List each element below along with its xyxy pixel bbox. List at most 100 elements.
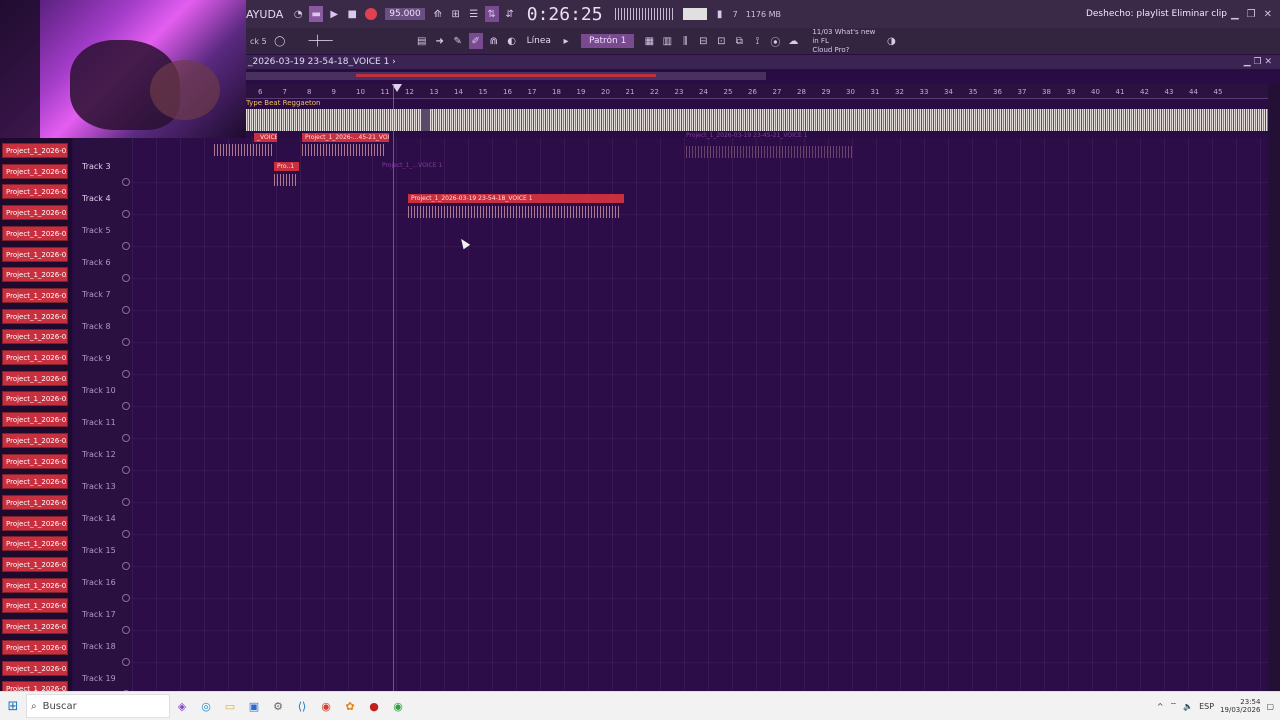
- volume-slider[interactable]: ▮: [713, 6, 727, 22]
- network-icon[interactable]: ⌔: [1170, 701, 1178, 711]
- master-volume-knob[interactable]: ◯: [273, 33, 287, 49]
- track-label[interactable]: Track 13: [82, 482, 116, 491]
- track-mute-dot[interactable]: [122, 658, 130, 666]
- playlist-close-icon[interactable]: ✕: [1264, 57, 1272, 67]
- pattern-item[interactable]: Project_1_2026-03-19 2: [2, 391, 68, 407]
- pattern-selector[interactable]: Patrón 1: [580, 34, 635, 48]
- track-label[interactable]: Track 8: [82, 322, 111, 331]
- pattern-item[interactable]: Project_1_2026-03-19 1: [2, 598, 68, 614]
- pattern-item[interactable]: Project_1_2026-03-19 1: [2, 143, 68, 158]
- mixer-icon[interactable]: ⫼: [678, 33, 692, 49]
- track-label[interactable]: Track 6: [82, 258, 111, 267]
- track-label[interactable]: Track 15: [82, 546, 116, 555]
- track-mute-dot[interactable]: [122, 370, 130, 378]
- track-mute-dot[interactable]: [122, 306, 130, 314]
- track-label[interactable]: Track 17: [82, 610, 116, 619]
- pattern-item[interactable]: Project_1_2026-03-19 1: [2, 329, 68, 345]
- playlist-minimize-icon[interactable]: ▁: [1244, 57, 1251, 67]
- browser-icon[interactable]: ⊟: [696, 33, 710, 49]
- clip-voice-a[interactable]: _VOICE 1: [254, 133, 277, 142]
- vertical-scrollbar[interactable]: [1268, 84, 1280, 692]
- clip-pro[interactable]: Pro..1: [274, 162, 299, 171]
- edge-icon[interactable]: ◎: [197, 697, 215, 715]
- store-icon[interactable]: ▣: [245, 697, 263, 715]
- pattern-item[interactable]: Project_1_2026-03-19 1: [2, 432, 68, 448]
- volume-icon[interactable]: 🔈: [1183, 702, 1193, 711]
- track-mute-dot[interactable]: [122, 178, 130, 186]
- news-toggle-icon[interactable]: ◑: [884, 33, 898, 49]
- track-label[interactable]: Track 9: [82, 354, 111, 363]
- pattern-item[interactable]: Project_1_2026-03-19 1: [2, 619, 68, 635]
- track-mute-dot[interactable]: [122, 274, 130, 282]
- cloud-icon[interactable]: ☁: [786, 33, 800, 49]
- step-edit-icon[interactable]: ☰: [467, 6, 481, 22]
- record-mic-icon[interactable]: ⦿: [768, 33, 782, 49]
- playlist-icon[interactable]: ▤: [415, 33, 429, 49]
- countdown-icon[interactable]: ⟰: [431, 6, 445, 22]
- fl-studio-icon[interactable]: ✿: [341, 697, 359, 715]
- stop-icon[interactable]: ■: [345, 6, 359, 22]
- track-mute-dot[interactable]: [122, 594, 130, 602]
- maximize-icon[interactable]: ❐: [1247, 9, 1256, 20]
- tempo-tapper-icon[interactable]: ⧉: [732, 33, 746, 49]
- pattern-item[interactable]: Project_1_2026-03-19 1: [2, 412, 68, 428]
- wait-input-icon[interactable]: ⇵: [503, 6, 517, 22]
- close-icon[interactable]: ✕: [1264, 9, 1272, 20]
- pattern-item[interactable]: Project_1_2026-03-19 1: [2, 660, 68, 676]
- tray-chevron-icon[interactable]: ^: [1157, 702, 1164, 711]
- pattern-item[interactable]: Project_1_2026-03-19 1: [2, 370, 68, 386]
- snap-icon[interactable]: ◐: [505, 33, 519, 49]
- track-label[interactable]: Track 11: [82, 418, 116, 427]
- piano-roll-icon[interactable]: ▥: [660, 33, 674, 49]
- chrome-icon[interactable]: ◉: [317, 697, 335, 715]
- timeline-ruler[interactable]: 6 7 8 9 10 11 12 13 14 15 16 17 18 19 20 21 22 23 24 25 26 27…: [246, 84, 1268, 99]
- loop-record-icon[interactable]: ⇅: [484, 6, 499, 22]
- pattern-item[interactable]: Project_1_2026-03-19 1: [2, 350, 68, 365]
- pattern-item[interactable]: Project_1_2026-03-19 1: [2, 536, 68, 552]
- pattern-item[interactable]: Project_1_2026-03-19 1: [2, 184, 68, 200]
- channel-rack-icon[interactable]: ▦: [642, 33, 656, 49]
- track-label[interactable]: Track 3: [82, 162, 111, 171]
- language-indicator[interactable]: ESP: [1199, 702, 1214, 711]
- file-explorer-icon[interactable]: ▭: [221, 697, 239, 715]
- pattern-item[interactable]: Project_1_2026-03-19 2: [2, 557, 68, 572]
- record-icon[interactable]: [365, 8, 378, 20]
- pattern-item[interactable]: Project_1_2026-03-19 1: [2, 287, 68, 303]
- track-mute-dot[interactable]: [122, 626, 130, 634]
- track-label[interactable]: Track 7: [82, 290, 111, 299]
- metronome-icon[interactable]: ◔: [291, 6, 305, 22]
- snap-selector[interactable]: Línea: [527, 36, 551, 46]
- track-mute-dot[interactable]: [122, 562, 130, 570]
- tempo-display[interactable]: 95.000: [385, 8, 425, 20]
- track-label[interactable]: Track 10: [82, 386, 116, 395]
- master-pitch-slider[interactable]: ─┼──: [291, 33, 351, 49]
- audio-clip-waveform[interactable]: [246, 109, 1268, 131]
- track-mute-dot[interactable]: [122, 338, 130, 346]
- magnet-icon[interactable]: ⋒: [487, 33, 501, 49]
- app-icon[interactable]: ●: [365, 697, 383, 715]
- pattern-item[interactable]: Project_1_2026-03-19 1: [2, 163, 68, 179]
- windows-start-icon[interactable]: ⊞: [0, 699, 26, 714]
- play-icon[interactable]: ▶: [327, 6, 341, 22]
- clip-main[interactable]: Project_1_2026-03-19 23-54-18_VOICE 1: [408, 194, 624, 203]
- track-label[interactable]: Track 18: [82, 642, 116, 651]
- track-mute-dot[interactable]: [122, 242, 130, 250]
- pattern-item[interactable]: Project_1_2026-03-19 1: [2, 453, 68, 469]
- copilot-icon[interactable]: ◈: [173, 697, 191, 715]
- horizontal-scrollbar[interactable]: [246, 72, 766, 80]
- pattern-item[interactable]: Project_1_2026-03-19 1: [2, 515, 68, 531]
- track-label[interactable]: Track 19: [82, 674, 116, 683]
- playlist-maximize-icon[interactable]: ❐: [1254, 57, 1262, 67]
- vscode-icon[interactable]: ⟨⟩: [293, 697, 311, 715]
- pattern-item[interactable]: Project_1_2026-03-19 1: [2, 267, 68, 283]
- pattern-item[interactable]: Project_1_2026-03-19 1: [2, 246, 68, 262]
- pencil-icon[interactable]: ✎: [451, 33, 465, 49]
- track-label[interactable]: Track 12: [82, 450, 116, 459]
- track-label[interactable]: Track 4: [82, 194, 111, 203]
- minimize-icon[interactable]: ▁: [1231, 9, 1239, 20]
- menu-help[interactable]: AYUDA: [246, 8, 283, 21]
- track-mute-dot[interactable]: [122, 466, 130, 474]
- notification-icon[interactable]: ▢: [1266, 702, 1274, 711]
- clip-ghost-a[interactable]: Project_1_...VOICE 1: [382, 162, 442, 170]
- track-label[interactable]: Track 16: [82, 578, 116, 587]
